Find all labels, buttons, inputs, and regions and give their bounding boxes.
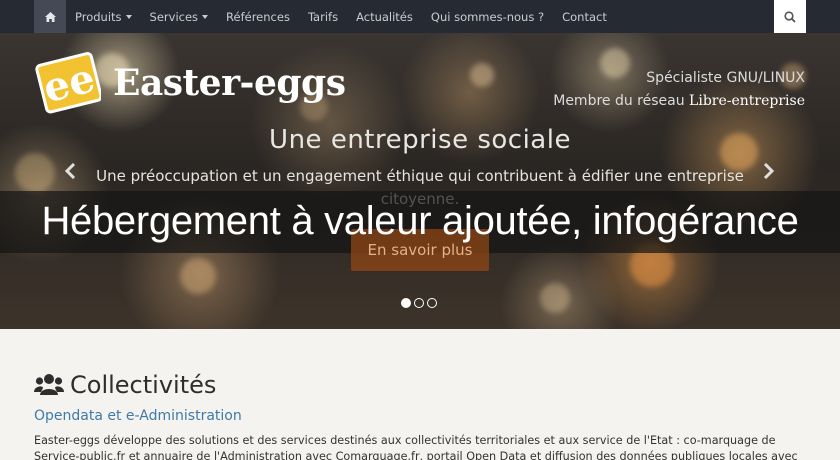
nav-item-contact[interactable]: Contact	[553, 0, 616, 33]
carousel-slide-title: Une entreprise sociale	[269, 125, 571, 155]
section-heading: Collectivités	[34, 371, 216, 399]
bokeh-light	[180, 258, 216, 294]
chevron-right-icon	[763, 162, 775, 180]
main-content: Collectivités Opendata et e-Administrati…	[0, 329, 840, 460]
bokeh-light	[15, 153, 55, 193]
carousel-indicator-2[interactable]	[414, 298, 424, 308]
brand-name: Easter-eggs	[113, 62, 346, 104]
users-icon	[34, 374, 64, 395]
nav-item-services[interactable]: Services	[141, 0, 218, 33]
carousel-indicator-1[interactable]	[401, 298, 411, 308]
nav-item-label: Qui sommes-nous ?	[430, 9, 545, 24]
chevron-left-icon	[64, 162, 76, 180]
caret-down-icon	[202, 14, 209, 19]
nav-item-references[interactable]: Références	[217, 0, 299, 33]
carousel-next-button[interactable]	[763, 162, 775, 184]
search-icon	[784, 10, 796, 23]
libre-entreprise-link[interactable]: Libre-entreprise	[689, 93, 805, 109]
nav-menu: Produits Services Références Tarifs Actu…	[34, 0, 616, 33]
nav-item-label: Références	[226, 9, 290, 24]
carousel-indicators	[401, 298, 437, 308]
brand-logo-link[interactable]: ee Easter-eggs	[35, 51, 346, 115]
nav-item-label: Produits	[75, 9, 122, 24]
nav-home-button[interactable]	[34, 0, 66, 33]
bokeh-light	[470, 63, 494, 87]
carousel-indicator-3[interactable]	[427, 298, 437, 308]
section-description: Easter-eggs développe des solutions et d…	[34, 434, 798, 460]
tagline-line-2: Membre du réseau Libre-entreprise	[553, 90, 805, 113]
nav-item-produits[interactable]: Produits	[66, 0, 141, 33]
bokeh-light	[540, 283, 570, 313]
nav-item-label: Contact	[562, 9, 607, 24]
caret-down-icon	[125, 14, 132, 19]
home-icon	[44, 11, 56, 22]
overlay-banner-text: Hébergement à valeur ajoutée, infogéranc…	[41, 199, 799, 243]
tagline-prefix: Membre du réseau	[553, 93, 685, 109]
tagline-line-1: Spécialiste GNU/LINUX	[646, 70, 805, 86]
nav-item-tarifs[interactable]: Tarifs	[299, 0, 347, 33]
brand-tagline: Spécialiste GNU/LINUX Membre du réseau L…	[553, 67, 805, 113]
nav-item-label: Services	[149, 9, 199, 24]
search-button[interactable]	[774, 0, 806, 33]
section-subtitle: Opendata et e-Administration	[34, 408, 242, 424]
top-navbar: Produits Services Références Tarifs Actu…	[0, 0, 840, 33]
section-title: Collectivités	[70, 371, 217, 399]
carousel-prev-button[interactable]	[64, 162, 76, 184]
nav-item-actualites[interactable]: Actualités	[347, 0, 422, 33]
hero-carousel: ee Easter-eggs Spécialiste GNU/LINUX Mem…	[0, 33, 840, 329]
nav-item-qui-sommes-nous[interactable]: Qui sommes-nous ?	[422, 0, 553, 33]
easter-eggs-logo: ee	[35, 51, 103, 115]
nav-item-label: Actualités	[356, 9, 413, 24]
nav-item-label: Tarifs	[307, 9, 339, 24]
